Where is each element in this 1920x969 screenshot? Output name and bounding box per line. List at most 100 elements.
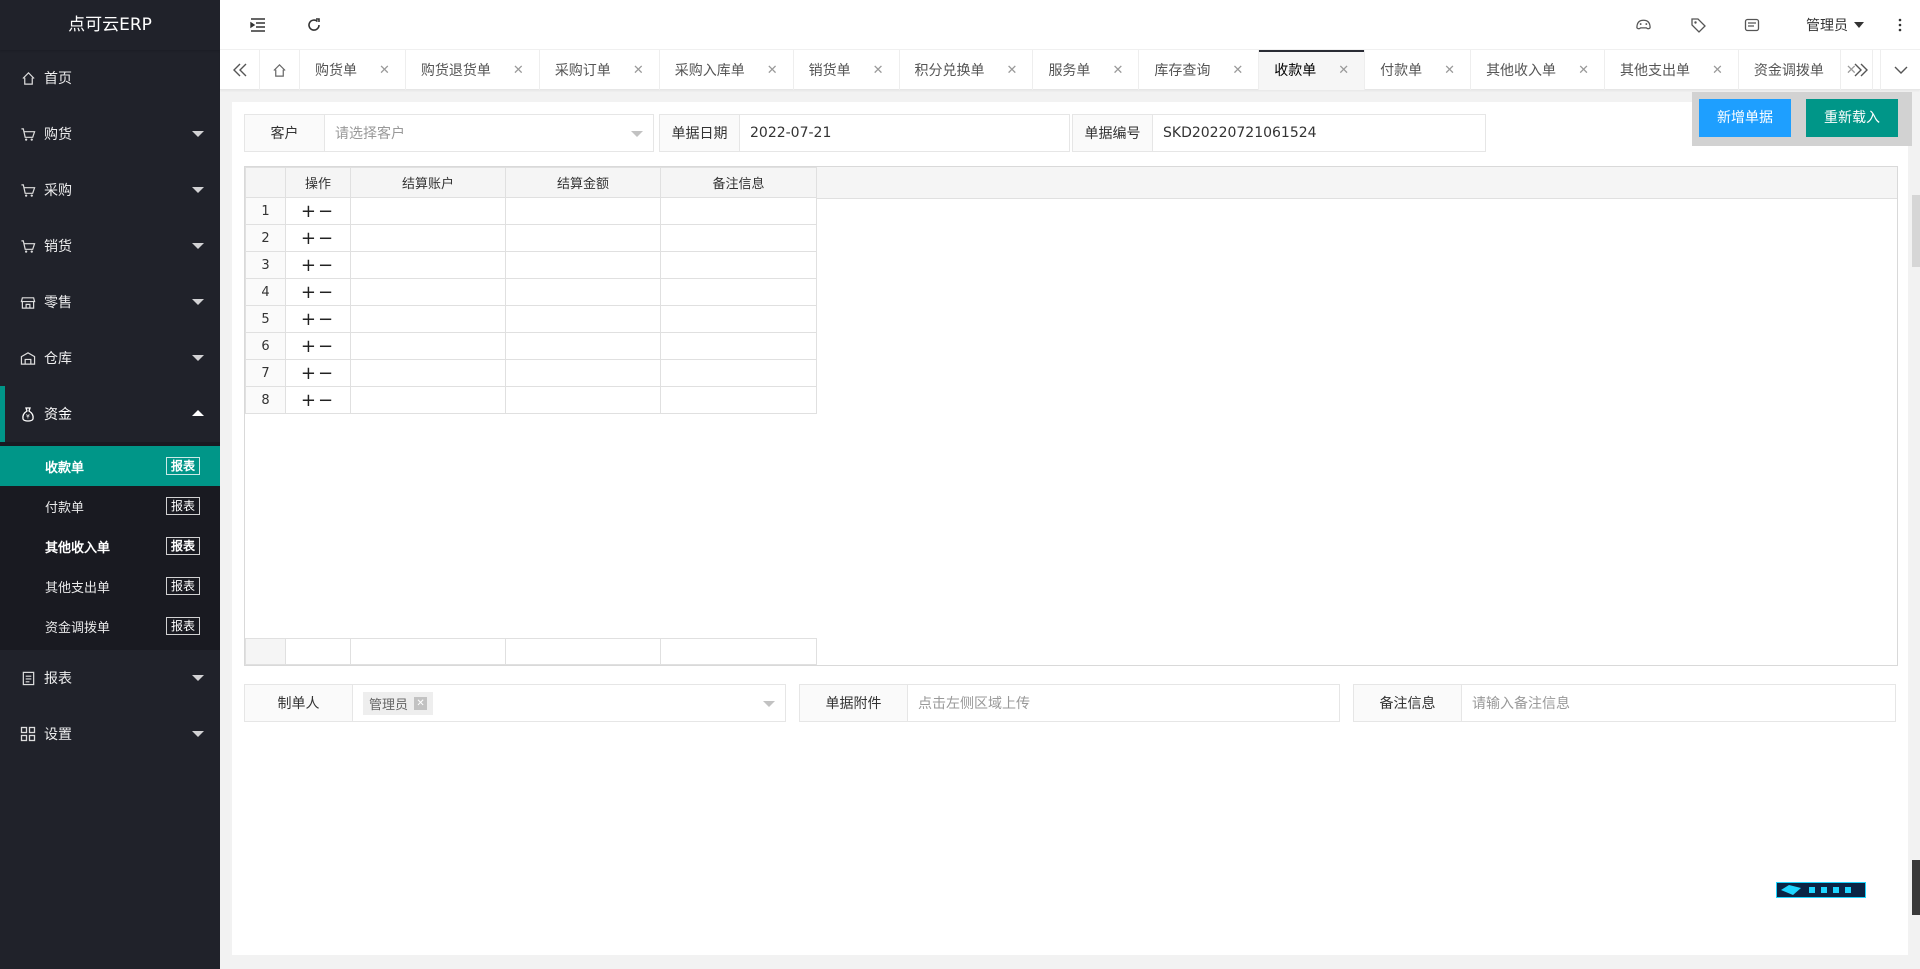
row-add-remove-icon[interactable]: +− [285, 386, 351, 414]
tab-purchase-inbound[interactable]: 采购入库单 ✕ [660, 50, 794, 90]
refresh-icon[interactable] [304, 15, 324, 35]
row-add-remove-icon[interactable]: +− [285, 359, 351, 387]
tab-sales[interactable]: 销货单 ✕ [794, 50, 900, 90]
remark-cell[interactable] [660, 197, 817, 225]
close-icon[interactable]: ✕ [873, 63, 884, 78]
sidebar-subitem-other-income[interactable]: 其他收入单 报表 [0, 526, 220, 566]
date-input[interactable]: 2022-07-21 [740, 115, 1069, 151]
sidebar-subitem-fund-transfer[interactable]: 资金调拨单 报表 [0, 606, 220, 646]
tab-other-expense[interactable]: 其他支出单 ✕ [1605, 50, 1739, 90]
amount-cell[interactable] [505, 251, 661, 279]
sidebar-item-reports[interactable]: 报表 [0, 650, 220, 706]
tabs-scroll-right-icon[interactable] [1840, 50, 1880, 90]
close-icon[interactable]: ✕ [1232, 63, 1243, 78]
amount-cell[interactable] [505, 386, 661, 414]
amount-cell[interactable] [505, 197, 661, 225]
row-add-remove-icon[interactable]: +− [285, 224, 351, 252]
new-document-button[interactable]: 新增单据 [1699, 99, 1791, 137]
close-icon[interactable]: ✕ [1712, 63, 1723, 78]
account-cell[interactable] [350, 224, 506, 252]
note-input[interactable]: 请输入备注信息 [1462, 685, 1895, 721]
tab-inventory-query[interactable]: 库存查询 ✕ [1139, 50, 1260, 90]
customer-select[interactable]: 请选择客户 [325, 115, 653, 151]
account-cell[interactable] [350, 251, 506, 279]
tab-purchase-order[interactable]: 采购订单 ✕ [540, 50, 660, 90]
close-icon[interactable]: ✕ [1112, 63, 1123, 78]
report-badge[interactable]: 报表 [165, 617, 200, 635]
remark-cell[interactable] [660, 386, 817, 414]
maker-select[interactable]: 管理员 ✕ [353, 685, 785, 721]
row-add-remove-icon[interactable]: +− [285, 332, 351, 360]
sidebar-item-procurement[interactable]: 采购 [0, 162, 220, 218]
table-row: 8 +− [245, 386, 817, 414]
tab-home-icon[interactable] [260, 50, 300, 90]
remark-cell[interactable] [660, 278, 817, 306]
number-input[interactable]: SKD20220721061524 [1153, 115, 1485, 151]
sidebar-subitem-other-expense[interactable]: 其他支出单 报表 [0, 566, 220, 606]
account-cell[interactable] [350, 386, 506, 414]
tab-payment[interactable]: 付款单 ✕ [1365, 50, 1472, 90]
close-icon[interactable]: ✕ [1007, 63, 1018, 78]
report-badge[interactable]: 报表 [165, 577, 200, 595]
tabs-scroll-left-icon[interactable] [220, 50, 260, 90]
row-add-remove-icon[interactable]: +− [285, 278, 351, 306]
tab-purchase[interactable]: 购货单 ✕ [300, 50, 406, 90]
account-cell[interactable] [350, 359, 506, 387]
sidebar-item-warehouse[interactable]: 仓库 [0, 330, 220, 386]
remark-cell[interactable] [660, 332, 817, 360]
attachment-label[interactable]: 单据附件 [800, 685, 908, 721]
row-add-remove-icon[interactable]: +− [285, 251, 351, 279]
account-cell[interactable] [350, 305, 506, 333]
account-cell[interactable] [350, 197, 506, 225]
remark-cell[interactable] [660, 224, 817, 252]
sidebar-item-sales[interactable]: 销货 [0, 218, 220, 274]
tag-icon[interactable] [1688, 15, 1708, 35]
sidebar-item-home[interactable]: 首页 [0, 50, 220, 106]
close-icon[interactable]: ✕ [379, 63, 390, 78]
sidebar-subitem-payment[interactable]: 付款单 报表 [0, 486, 220, 526]
close-icon[interactable]: ✕ [1578, 63, 1589, 78]
user-menu[interactable]: 管理员 [1806, 15, 1864, 35]
close-icon[interactable]: ✕ [1338, 63, 1349, 78]
sidebar-item-retail[interactable]: 零售 [0, 274, 220, 330]
sidebar-item-settings[interactable]: 设置 [0, 706, 220, 762]
sidebar-subitem-receipt[interactable]: 收款单 报表 [0, 446, 220, 486]
row-add-remove-icon[interactable]: +− [285, 197, 351, 225]
report-badge[interactable]: 报表 [165, 497, 200, 515]
close-icon[interactable]: ✕ [513, 63, 524, 78]
sidebar-item-funds[interactable]: ¥ 资金 [0, 386, 220, 442]
floating-widget-icon[interactable] [1776, 882, 1866, 898]
amount-cell[interactable] [505, 224, 661, 252]
remark-cell[interactable] [660, 251, 817, 279]
report-badge[interactable]: 报表 [165, 537, 200, 555]
theme-palette-icon[interactable] [1633, 15, 1653, 35]
report-badge[interactable]: 报表 [165, 457, 200, 475]
more-vertical-icon[interactable] [1890, 15, 1910, 35]
amount-cell[interactable] [505, 278, 661, 306]
amount-cell[interactable] [505, 332, 661, 360]
amount-cell[interactable] [505, 359, 661, 387]
tab-service[interactable]: 服务单 ✕ [1033, 50, 1140, 90]
amount-cell[interactable] [505, 305, 661, 333]
scroll-handle[interactable] [1912, 195, 1920, 267]
reload-button[interactable]: 重新载入 [1806, 99, 1898, 137]
tab-points-exchange[interactable]: 积分兑换单 ✕ [900, 50, 1034, 90]
sidebar-item-purchase-goods[interactable]: 购货 [0, 106, 220, 162]
side-dock-handle[interactable] [1912, 860, 1920, 915]
note-icon[interactable] [1742, 15, 1762, 35]
attachment-input[interactable]: 点击左侧区域上传 [908, 685, 1339, 721]
menu-collapse-icon[interactable] [248, 15, 268, 35]
close-icon[interactable]: ✕ [1444, 63, 1455, 78]
close-icon[interactable]: ✕ [767, 63, 778, 78]
account-cell[interactable] [350, 332, 506, 360]
remark-cell[interactable] [660, 305, 817, 333]
account-cell[interactable] [350, 278, 506, 306]
close-icon[interactable]: ✕ [633, 63, 644, 78]
tab-other-income[interactable]: 其他收入单 ✕ [1471, 50, 1605, 90]
tab-receipt[interactable]: 收款单 ✕ [1259, 50, 1366, 90]
remark-cell[interactable] [660, 359, 817, 387]
tabs-menu-chevron-down-icon[interactable] [1880, 50, 1920, 90]
row-add-remove-icon[interactable]: +− [285, 305, 351, 333]
close-icon[interactable]: ✕ [414, 696, 428, 710]
tab-purchase-return[interactable]: 购货退货单 ✕ [406, 50, 540, 90]
